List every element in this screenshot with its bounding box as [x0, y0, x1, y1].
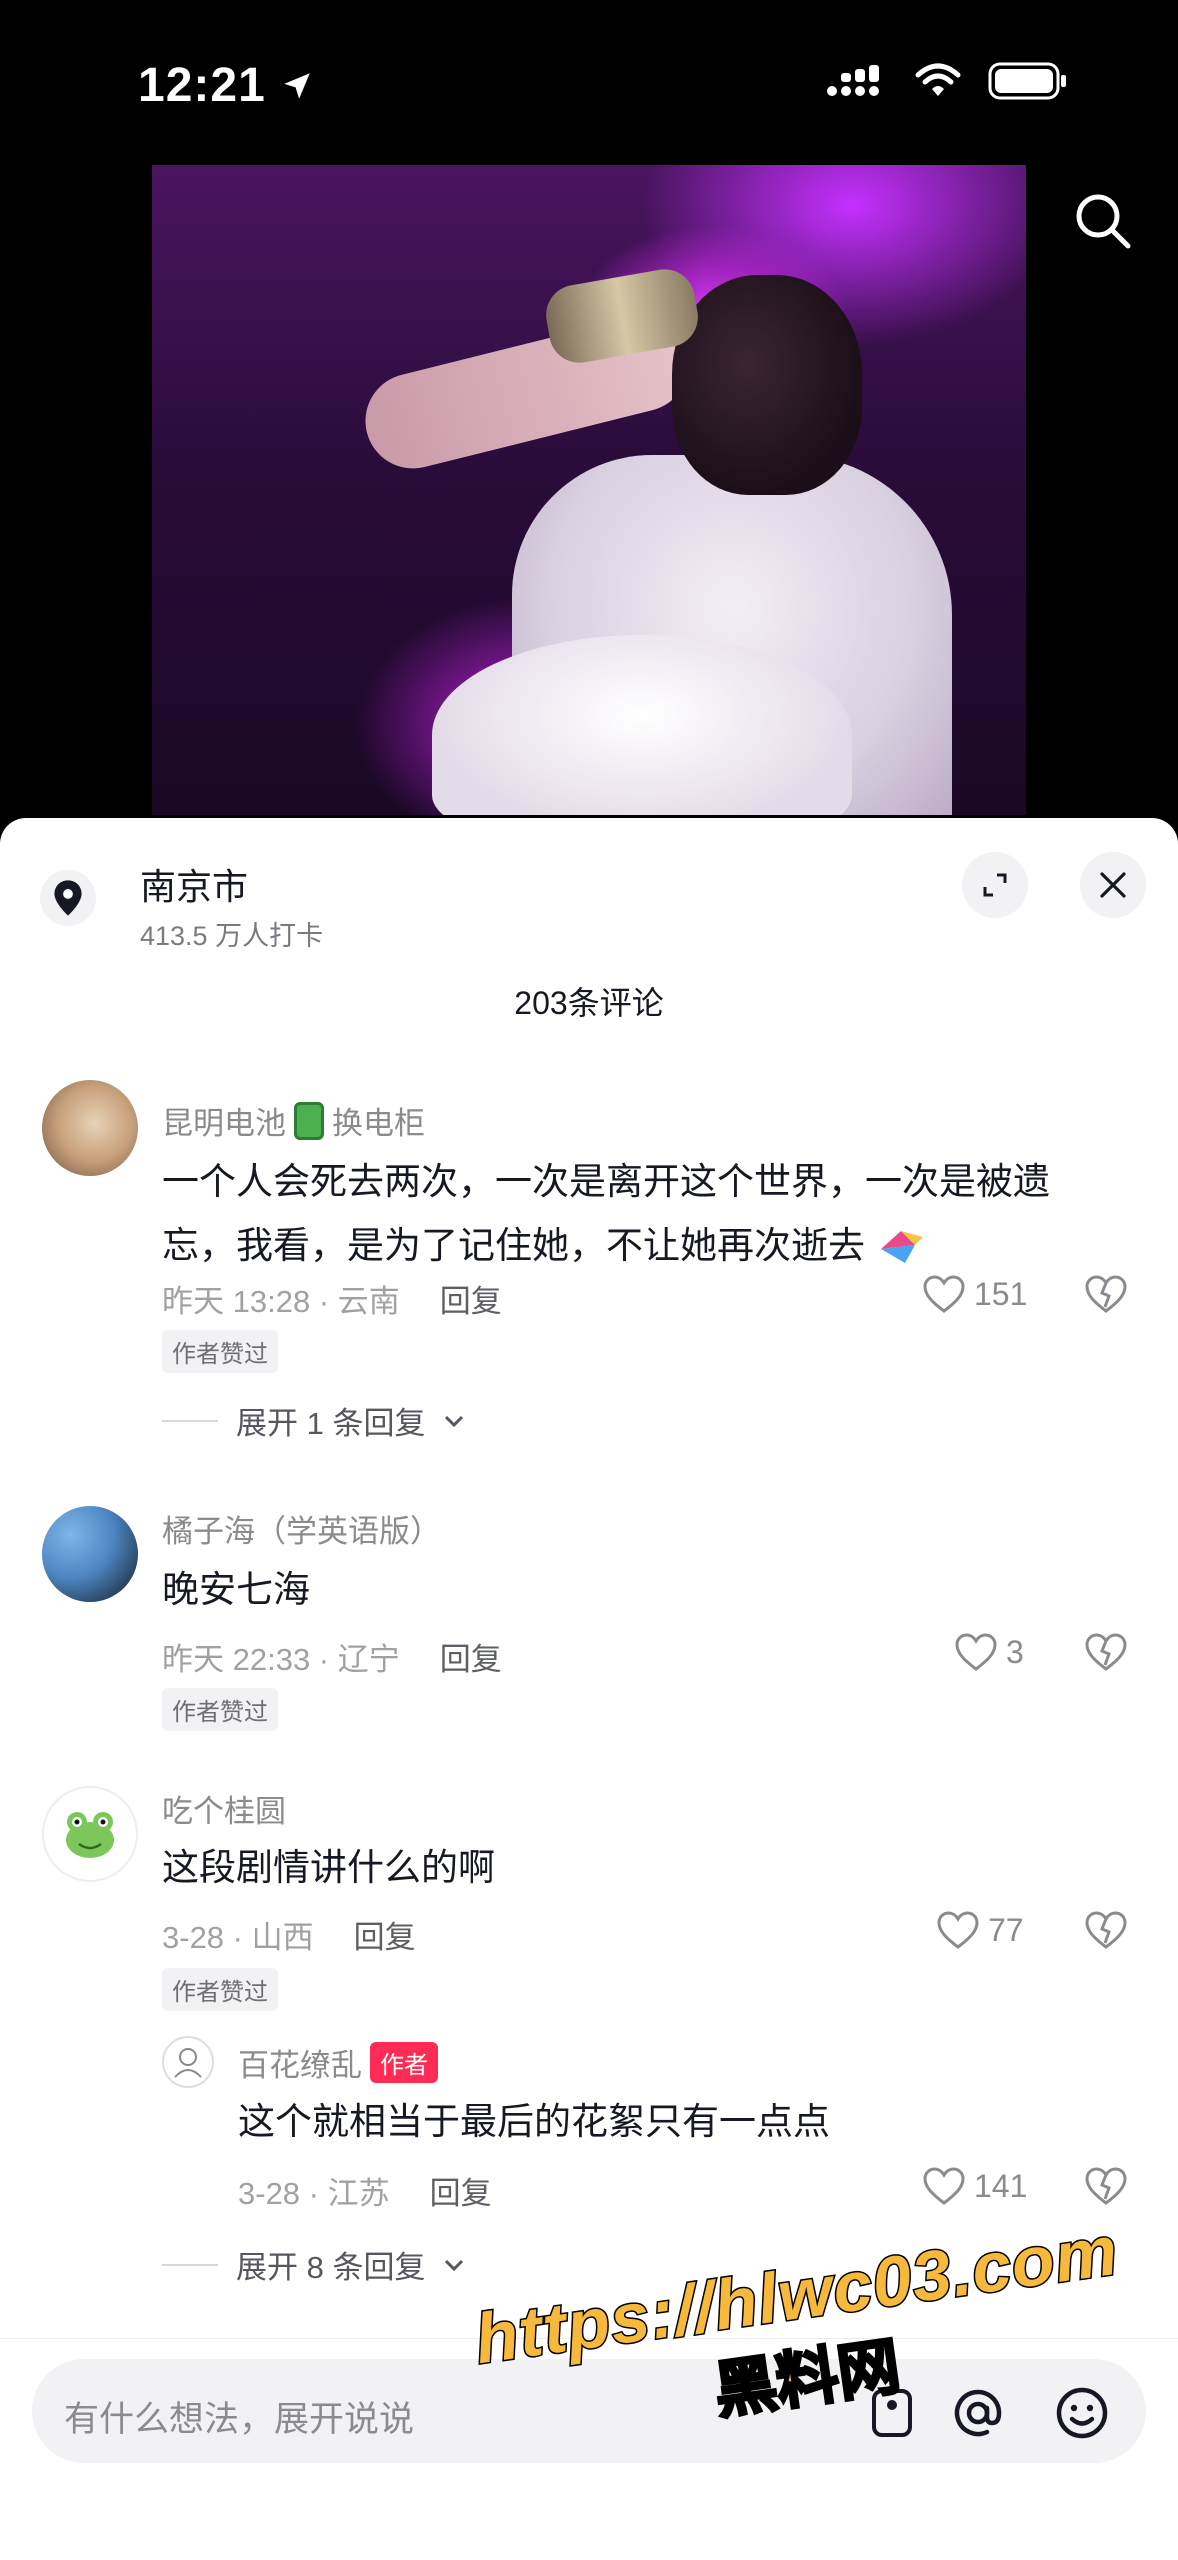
battery-icon — [988, 62, 1066, 100]
clock-text: 12:21 — [138, 59, 266, 112]
comment-meta: 昨天 22:33 · 辽宁 回复 — [162, 1642, 502, 1677]
heart-icon — [937, 1911, 979, 1949]
expand-replies-button[interactable]: 展开 8 条回复 — [162, 2242, 465, 2287]
chevron-down-icon — [445, 2259, 464, 2271]
comment-count: 203条评论 — [514, 985, 664, 1021]
author-liked-badge: 作者赞过 — [162, 1330, 278, 1373]
like-button[interactable]: 151 — [922, 1274, 1027, 1314]
search-icon — [1076, 194, 1131, 249]
comment-text: 这段剧情讲什么的啊 — [162, 1847, 495, 1888]
comment-username[interactable]: 橘子海（学英语版） — [162, 1506, 441, 1551]
author-tag: 作者 — [370, 2042, 438, 2083]
location-checkins: 413.5 万人打卡 — [140, 921, 324, 951]
like-button[interactable]: 3 — [954, 1632, 1024, 1672]
broken-heart-icon — [1085, 1911, 1127, 1949]
location-pin[interactable] — [40, 870, 96, 926]
reply-text: 这个就相当于最后的花絮只有一点点 — [238, 2101, 830, 2142]
expand-icon — [983, 873, 1007, 897]
dislike-button[interactable] — [1084, 1274, 1128, 1319]
expand-button[interactable] — [962, 852, 1028, 918]
status-icons — [826, 62, 1068, 100]
status-bar: 12:21 — [0, 0, 1178, 170]
search-button[interactable] — [1072, 190, 1134, 252]
broken-heart-icon — [1085, 2167, 1127, 2205]
reply-button[interactable]: 回复 — [440, 1642, 502, 1677]
frog-avatar-icon — [66, 1812, 114, 1858]
reply-button[interactable]: 回复 — [440, 1284, 502, 1319]
dislike-button[interactable] — [1084, 1910, 1128, 1955]
wifi-icon — [915, 63, 961, 96]
dislike-button[interactable] — [1084, 2166, 1128, 2211]
map-pin-icon — [54, 880, 82, 916]
like-button[interactable]: 77 — [936, 1910, 1024, 1950]
like-button[interactable]: 141 — [922, 2166, 1027, 2206]
broken-heart-icon — [1085, 1633, 1127, 1671]
chevron-down-icon — [445, 1415, 464, 1427]
broken-heart-icon — [1085, 1275, 1127, 1313]
like-count: 151 — [974, 1275, 1028, 1312]
reply-button[interactable]: 回复 — [430, 2176, 492, 2211]
reply-button[interactable]: 回复 — [354, 1920, 416, 1955]
like-count: 3 — [1006, 1633, 1024, 1670]
location-arrow-icon — [284, 72, 310, 99]
emoji-icon — [1056, 2387, 1108, 2439]
video-figure-head — [672, 275, 862, 495]
author-liked-badge: 作者赞过 — [162, 1688, 278, 1731]
divider-line — [162, 2263, 218, 2266]
kite-emoji-icon — [881, 1231, 924, 1264]
expand-replies-button[interactable]: 展开 1 条回复 — [162, 1398, 465, 1443]
comment-username[interactable]: 昆明电池 换电柜 — [162, 1098, 425, 1143]
heart-icon — [923, 2167, 965, 2205]
dislike-button[interactable] — [1084, 1632, 1128, 1677]
cellular-signal-icon — [827, 65, 879, 96]
avatar[interactable] — [42, 1786, 138, 1882]
close-icon — [1100, 872, 1126, 898]
reply-meta: 3-28 · 江苏 回复 — [238, 2176, 492, 2211]
battery-emoji-icon — [294, 1101, 324, 1140]
close-button[interactable] — [1080, 852, 1146, 918]
location-title[interactable]: 南京市 — [140, 858, 248, 910]
input-placeholder: 有什么想法，展开说说 — [64, 2400, 415, 2439]
divider-line — [162, 1419, 218, 1422]
comment-meta: 3-28 · 山西 回复 — [162, 1920, 416, 1955]
heart-icon — [955, 1633, 997, 1671]
comment-text: 一个人会死去两次，一次是离开这个世界，一次是被遗忘，我看，是为了记住她，不让她再… — [162, 1150, 1122, 1278]
comment-username[interactable]: 吃个桂圆 — [162, 1786, 286, 1831]
avatar[interactable] — [42, 1080, 138, 1176]
reply-username[interactable]: 百花缭乱 作者 — [238, 2040, 438, 2085]
author-liked-badge: 作者赞过 — [162, 1968, 278, 2011]
like-count: 141 — [974, 2167, 1028, 2204]
like-count: 77 — [988, 1911, 1024, 1948]
status-time: 12:21 — [138, 58, 314, 113]
emoji-button[interactable] — [1052, 2383, 1112, 2443]
heart-icon — [923, 1275, 965, 1313]
sketch-avatar-icon — [174, 2048, 202, 2078]
avatar[interactable] — [42, 1506, 138, 1602]
comment-item: 昆明电池 换电柜 一个人会死去两次，一次是离开这个世界，一次是被遗忘，我看，是为… — [0, 1080, 1178, 1280]
avatar[interactable] — [162, 2036, 214, 2088]
video-player[interactable] — [152, 165, 1026, 815]
comment-meta: 昨天 13:28 · 云南 回复 — [162, 1284, 502, 1319]
comment-text: 晚安七海 — [162, 1569, 310, 1610]
